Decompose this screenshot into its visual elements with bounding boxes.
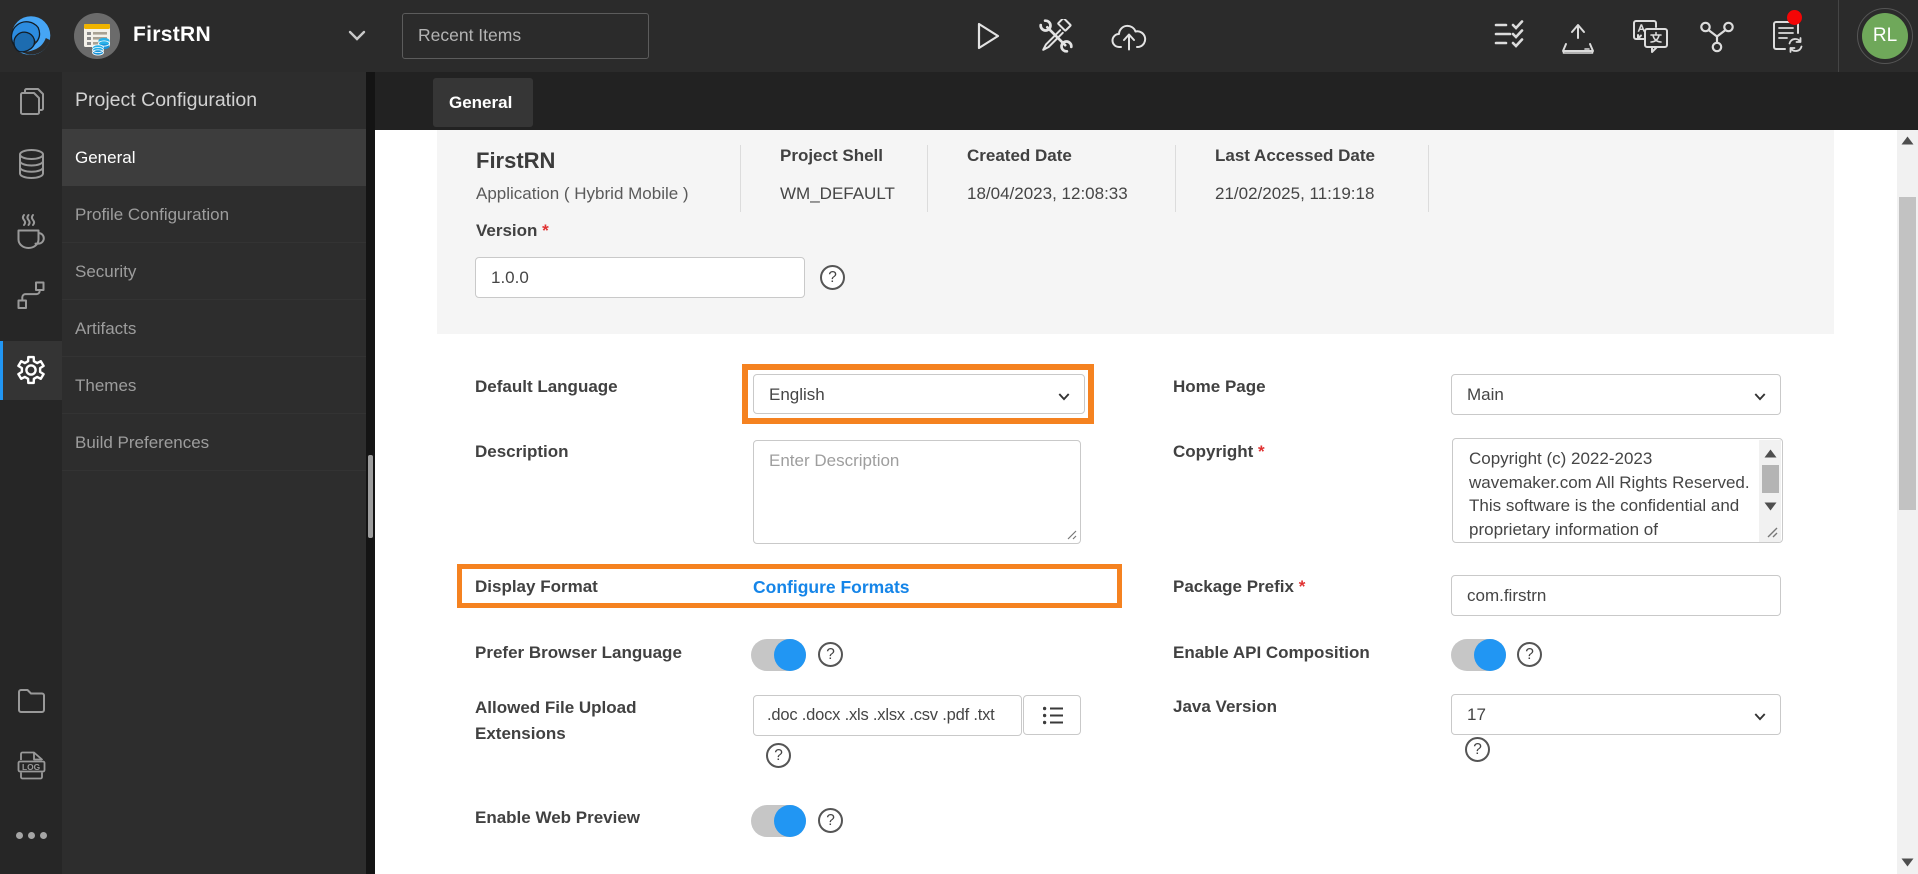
svg-text:LOG: LOG <box>22 762 40 772</box>
svg-text:A: A <box>1638 24 1645 35</box>
